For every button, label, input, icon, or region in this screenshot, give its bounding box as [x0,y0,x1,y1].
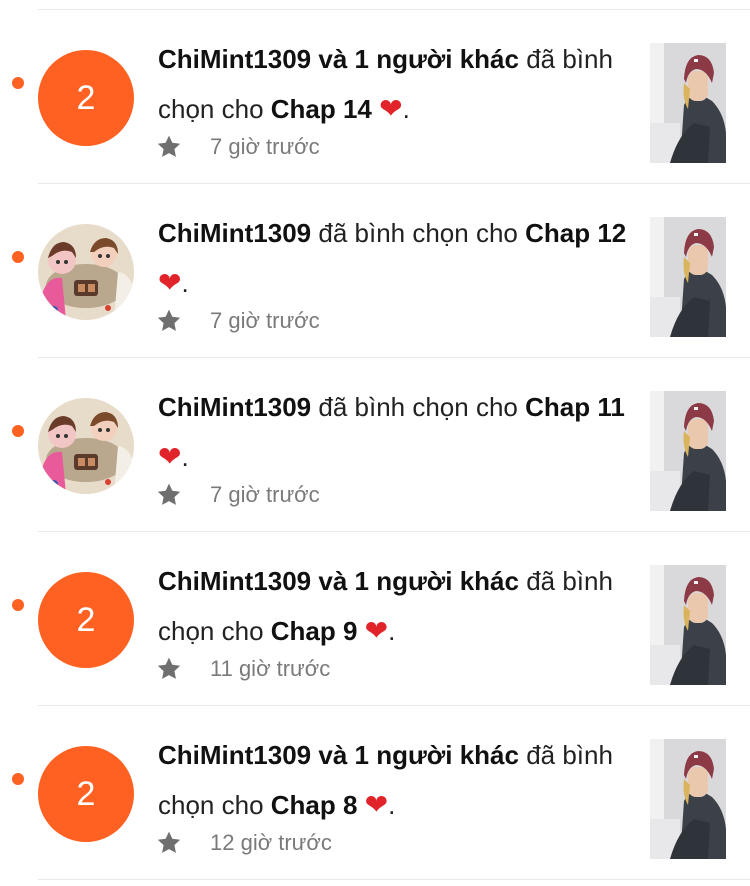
notification-meta: 12 giờ trước [156,828,332,858]
heart-icon: ❤ [364,788,389,821]
notification-item[interactable]: 2 ChiMint1309 và 1 người khác đã bình ch… [0,10,750,184]
notification-message: ChiMint1309 đã bình chọn cho Chap 12 ❤. [158,208,628,308]
star-icon [157,135,181,157]
timestamp: 7 giờ trước [210,308,320,333]
actor-name[interactable]: ChiMint1309 và 1 người khác [158,566,519,596]
avatar-count[interactable]: 2 [38,50,134,146]
unread-dot-icon [12,251,24,263]
action-text: đã bình chọn cho [311,392,526,422]
notification-message: ChiMint1309 và 1 người khác đã bình chọn… [158,34,628,134]
timestamp: 11 giờ trước [210,656,331,681]
story-part-link[interactable]: Chap 14 [271,94,372,124]
star-icon [157,831,181,853]
heart-icon: ❤ [158,440,182,473]
star-icon [157,657,181,679]
notification-item[interactable]: 2 ChiMint1309 và 1 người khác đã bình ch… [0,706,750,880]
avatar-count[interactable]: 2 [38,572,134,668]
notification-list: 2 ChiMint1309 và 1 người khác đã bình ch… [0,0,750,886]
actor-name[interactable]: ChiMint1309 và 1 người khác [158,44,519,74]
actor-name[interactable]: ChiMint1309 và 1 người khác [158,740,519,770]
story-part-link[interactable]: Chap 11 [525,392,625,422]
notification-meta: 7 giờ trước [156,306,320,336]
actor-name[interactable]: ChiMint1309 [158,218,311,248]
notification-message: ChiMint1309 và 1 người khác đã bình chọn… [158,556,628,656]
message-end: . [388,790,396,820]
avatar[interactable] [38,398,134,494]
notification-item[interactable]: ChiMint1309 đã bình chọn cho Chap 11 ❤. … [0,358,750,532]
message-end: . [388,616,396,646]
divider [38,879,750,880]
heart-icon: ❤ [364,614,389,647]
notification-meta: 11 giờ trước [156,654,330,684]
notification-message: ChiMint1309 đã bình chọn cho Chap 11 ❤. [158,382,628,482]
timestamp: 7 giờ trước [210,482,320,507]
timestamp: 12 giờ trước [210,830,332,855]
message-end: . [402,94,410,124]
story-part-link[interactable]: Chap 8 [271,790,358,820]
story-part-link[interactable]: Chap 9 [271,616,358,646]
unread-dot-icon [12,77,24,89]
actor-name[interactable]: ChiMint1309 [158,392,311,422]
heart-icon: ❤ [379,92,403,125]
avatar-count[interactable]: 2 [38,746,134,842]
star-icon [157,483,181,505]
notification-item[interactable]: ChiMint1309 đã bình chọn cho Chap 12 ❤. … [0,184,750,358]
message-end: . [181,268,189,298]
story-cover-thumbnail[interactable] [650,565,726,685]
notification-item[interactable]: 2 ChiMint1309 và 1 người khác đã bình ch… [0,532,750,706]
message-end: . [181,442,189,472]
story-cover-thumbnail[interactable] [650,391,726,511]
story-cover-thumbnail[interactable] [650,217,726,337]
story-cover-thumbnail[interactable] [650,739,726,859]
unread-dot-icon [12,773,24,785]
story-cover-thumbnail[interactable] [650,43,726,163]
avatar[interactable] [38,224,134,320]
story-part-link[interactable]: Chap 12 [525,218,626,248]
unread-dot-icon [12,599,24,611]
timestamp: 7 giờ trước [210,134,320,159]
notification-meta: 7 giờ trước [156,480,320,510]
notification-meta: 7 giờ trước [156,132,320,162]
heart-icon: ❤ [158,266,182,299]
action-text: đã bình chọn cho [311,218,526,248]
star-icon [157,309,181,331]
notification-message: ChiMint1309 và 1 người khác đã bình chọn… [158,730,628,830]
unread-dot-icon [12,425,24,437]
